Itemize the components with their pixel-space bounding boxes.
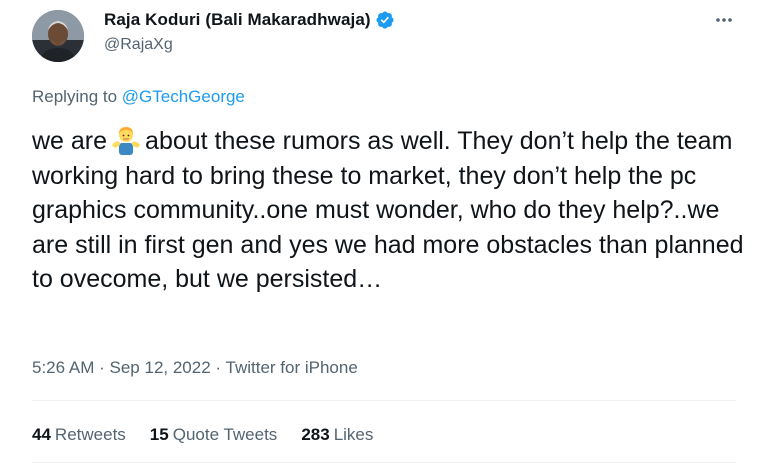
tweet-time[interactable]: 5:26 AM [32,358,94,377]
quote-tweets-count: 15 [149,425,169,444]
tweet-text-start: we are [32,127,108,155]
author-name-row: Raja Koduri (Bali Makaradhwaja) [104,10,395,30]
person-shrugging-emoji [111,125,141,155]
meta-separator: · [99,358,105,377]
quote-tweets-stat[interactable]: 15 Quote Tweets [150,425,278,445]
tweet-source[interactable]: Twitter for iPhone [226,358,358,377]
quote-tweets-label: Quote Tweets [172,425,278,444]
reply-mention-link[interactable]: @GTechGeorge [122,87,245,106]
divider [32,400,736,401]
tweet-text: we are about these rumors as well. They … [32,124,752,297]
verified-badge-icon [375,10,395,30]
meta-separator: · [215,358,222,377]
retweets-count: 44 [32,425,51,444]
retweets-stat[interactable]: 44 Retweets [32,425,126,445]
likes-label: Likes [333,425,374,444]
tweet-card: Raja Koduri (Bali Makaradhwaja) @RajaXg … [0,0,774,475]
more-options-icon[interactable] [712,8,736,32]
tweet-date[interactable]: Sep 12, 2022 [110,358,211,377]
divider [32,462,736,463]
likes-stat[interactable]: 283 Likes [301,425,373,445]
retweets-label: Retweets [54,425,126,444]
replying-to-label: Replying to [32,87,118,106]
author-display-name[interactable]: Raja Koduri (Bali Makaradhwaja) [104,10,371,30]
tweet-stats: 44 Retweets 15 Quote Tweets 283 Likes [32,425,397,445]
likes-count: 283 [301,425,330,444]
author-handle[interactable]: @RajaXg [104,36,173,54]
tweet-meta: 5:26 AM · Sep 12, 2022 · Twitter for iPh… [32,358,358,378]
avatar[interactable] [32,10,84,62]
replying-to: Replying to @GTechGeorge [32,87,245,107]
